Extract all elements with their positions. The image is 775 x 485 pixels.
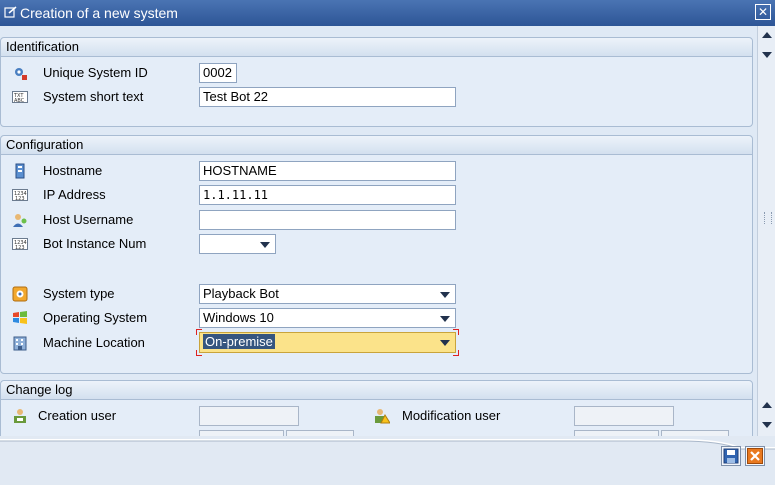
bot-instance-label: Bot Instance Num xyxy=(43,236,147,251)
operating-system-dropdown[interactable]: Windows 10 xyxy=(199,308,456,328)
machine-location-dropdown[interactable]: On-premise xyxy=(199,332,456,353)
scroll-down-icon[interactable] xyxy=(762,422,772,428)
operating-system-value: Windows 10 xyxy=(203,310,274,325)
creation-user-label: Creation user xyxy=(38,408,117,423)
modification-user-field[interactable] xyxy=(574,406,674,426)
operating-system-label: Operating System xyxy=(43,310,148,325)
ip-address-label: IP Address xyxy=(43,187,106,202)
host-username-label: Host Username xyxy=(43,212,134,227)
identification-header: Identification xyxy=(1,38,752,57)
numeric-field-icon: 1234 123 xyxy=(12,189,28,202)
short-text-field[interactable]: Test Bot 22 xyxy=(199,87,456,107)
text-field-icon: TXT ABC xyxy=(12,91,28,104)
gear-id-icon xyxy=(15,68,27,80)
system-type-dropdown[interactable]: Playback Bot xyxy=(199,284,456,304)
numeric-field-icon: 1234 123 xyxy=(12,238,28,251)
unique-id-label: Unique System ID xyxy=(43,65,148,80)
scroll-grip[interactable] xyxy=(764,212,772,224)
window-title: Creation of a new system xyxy=(20,5,178,21)
ip-address-field[interactable]: 1.1.11.11 xyxy=(199,185,456,205)
short-text-label: System short text xyxy=(43,89,144,104)
focus-corner-marker xyxy=(196,329,202,335)
scroll-up-icon[interactable] xyxy=(762,32,772,38)
focus-corner-marker xyxy=(453,350,459,356)
bot-instance-dropdown[interactable] xyxy=(199,234,276,254)
hostname-label: Hostname xyxy=(43,163,103,178)
save-icon xyxy=(723,448,739,464)
windows-logo-icon xyxy=(13,311,27,324)
system-type-label: System type xyxy=(43,286,115,301)
host-username-field[interactable] xyxy=(199,210,456,230)
user-modify-icon xyxy=(375,409,390,424)
scroll-up-icon[interactable] xyxy=(762,402,772,408)
user-icon xyxy=(13,214,27,227)
configuration-header: Configuration xyxy=(1,136,752,155)
save-button[interactable] xyxy=(721,446,741,466)
footer-divider xyxy=(0,439,775,450)
cancel-icon xyxy=(747,448,763,464)
machine-location-value: On-premise xyxy=(203,334,275,349)
chevron-down-icon[interactable] xyxy=(440,292,450,298)
chevron-down-icon[interactable] xyxy=(440,316,450,322)
creation-user-field[interactable] xyxy=(199,406,299,426)
unique-id-field[interactable]: 0002 xyxy=(199,63,237,83)
create-document-icon xyxy=(4,6,17,18)
system-type-icon xyxy=(12,286,28,302)
hostname-field[interactable]: HOSTNAME xyxy=(199,161,456,181)
user-create-icon xyxy=(14,409,26,423)
modification-user-label: Modification user xyxy=(402,408,501,423)
chevron-down-icon[interactable] xyxy=(440,340,450,346)
svg-text:123: 123 xyxy=(15,245,25,251)
svg-text:123: 123 xyxy=(15,196,25,202)
chevron-down-icon[interactable] xyxy=(260,242,270,248)
dialog-footer xyxy=(0,436,775,485)
dialog-content: Identification Unique System ID 0002 TXT… xyxy=(0,26,757,436)
scroll-down-icon[interactable] xyxy=(762,52,772,58)
change-log-header: Change log xyxy=(1,381,752,400)
close-window-button[interactable]: ✕ xyxy=(755,4,771,20)
machine-location-label: Machine Location xyxy=(43,335,145,350)
cancel-button[interactable] xyxy=(745,446,765,466)
window-titlebar: Creation of a new system ✕ xyxy=(0,0,775,26)
focus-corner-marker xyxy=(196,350,202,356)
identification-group: Identification xyxy=(0,37,753,127)
vertical-scrollbar[interactable] xyxy=(757,26,775,436)
focus-corner-marker xyxy=(453,329,459,335)
server-icon xyxy=(15,163,25,179)
building-icon xyxy=(13,336,27,351)
system-type-value: Playback Bot xyxy=(203,286,279,301)
svg-text:ABC: ABC xyxy=(14,98,25,104)
